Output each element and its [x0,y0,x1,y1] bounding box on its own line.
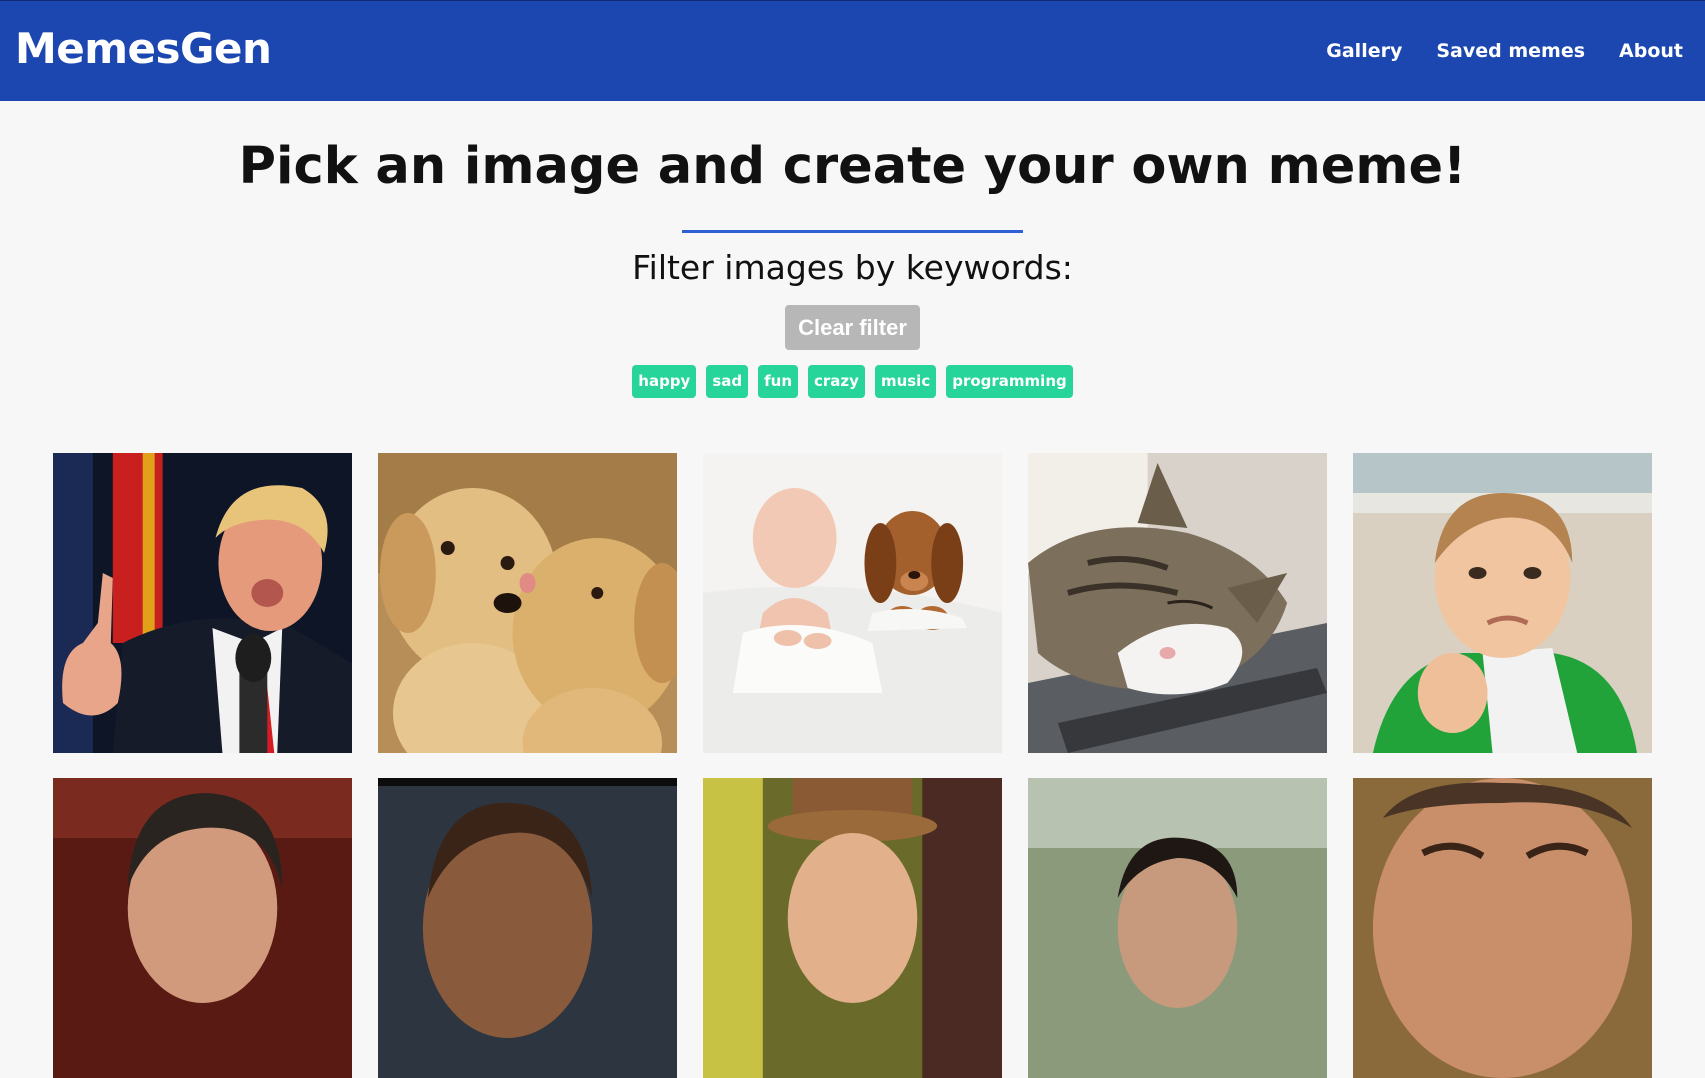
top-navbar: MemesGen Gallery Saved memes About [0,0,1705,101]
main-nav: Gallery Saved memes About [1326,39,1683,63]
gallery-image-man-close-up[interactable] [1353,778,1652,1078]
keyword-tag-happy[interactable]: happy [632,365,697,398]
gallery-image-politician-pointing[interactable] [53,453,352,753]
page-title: Pick an image and create your own meme! [238,137,1467,196]
nav-about-link[interactable]: About [1619,39,1683,63]
keyword-tag-fun[interactable]: fun [758,365,799,398]
image-gallery [53,453,1652,1078]
gallery-image-child-portrait[interactable] [378,778,677,1078]
nav-saved-memes-link[interactable]: Saved memes [1436,39,1585,63]
keyword-tag-music[interactable]: music [874,365,937,398]
gallery-image-cat-sleeping-on-laptop[interactable] [1028,453,1327,753]
clear-filter-button[interactable]: Clear filter [785,305,920,350]
gallery-image-man-portrait[interactable] [53,778,352,1078]
gallery-image-person-outdoors[interactable] [1028,778,1327,1078]
gallery-image-man-in-top-hat[interactable] [703,778,1002,1078]
keyword-tag-sad[interactable]: sad [706,365,749,398]
keyword-tag-programming[interactable]: programming [946,365,1073,398]
brand-logo[interactable]: MemesGen [15,23,272,75]
gallery-image-puppies-kissing[interactable] [378,453,677,753]
gallery-image-success-kid[interactable] [1353,453,1652,753]
title-divider [682,230,1023,233]
gallery-image-baby-and-puppy-sleeping[interactable] [703,453,1002,753]
filter-heading: Filter images by keywords: [632,248,1073,287]
keyword-tag-crazy[interactable]: crazy [808,365,865,398]
nav-gallery-link[interactable]: Gallery [1326,39,1402,63]
keyword-filter-list: happy sad fun crazy music programming [0,365,1705,398]
